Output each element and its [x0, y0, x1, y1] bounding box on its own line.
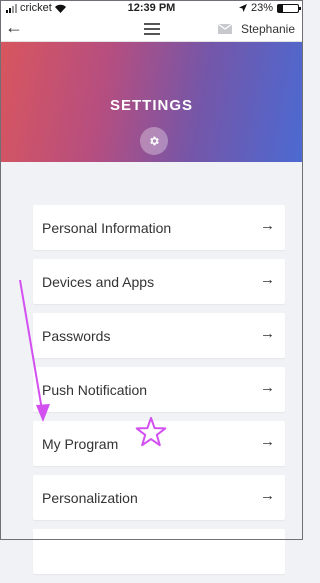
settings-item-partial[interactable] [33, 529, 285, 574]
settings-item-push-notification[interactable]: Push Notification → [33, 367, 285, 412]
right-arrow-icon: → [260, 325, 275, 342]
settings-item-label: Personalization [42, 490, 138, 506]
settings-item-my-program[interactable]: My Program → [33, 421, 285, 466]
right-arrow-icon: → [260, 217, 275, 234]
right-arrow-icon: → [260, 271, 275, 288]
settings-header: SETTINGS [0, 42, 303, 162]
back-arrow-icon[interactable]: ← [5, 18, 23, 36]
hamburger-menu-icon[interactable] [144, 23, 160, 38]
settings-item-label: Personal Information [42, 220, 172, 236]
settings-item-label: My Program [42, 436, 119, 452]
settings-item-personalization[interactable]: Personalization → [33, 475, 285, 520]
battery-icon [277, 3, 301, 13]
battery-percent: 23% [250, 2, 273, 14]
location-arrow-icon [238, 4, 247, 12]
status-right: 23% [238, 2, 301, 14]
settings-item-label: Devices and Apps [42, 274, 155, 290]
right-arrow-icon: → [260, 487, 275, 504]
settings-item-label: Push Notification [42, 382, 148, 398]
nav-bar: ← Stephanie [0, 16, 303, 42]
mail-icon[interactable] [218, 24, 232, 34]
gear-badge [140, 127, 168, 155]
user-name[interactable]: Stephanie [241, 22, 295, 36]
settings-item-personal-information[interactable]: Personal Information → [33, 205, 285, 250]
settings-item-passwords[interactable]: Passwords → [33, 313, 285, 358]
page-title: SETTINGS [109, 97, 193, 114]
right-arrow-icon: → [260, 433, 275, 450]
settings-item-label: Passwords [42, 328, 111, 344]
right-arrow-icon: → [260, 379, 275, 396]
status-bar: cricket 12:39 PM 23% [0, 0, 303, 16]
gear-icon [150, 136, 159, 146]
settings-list: Personal Information → Devices and Apps … [33, 205, 285, 583]
settings-item-devices-and-apps[interactable]: Devices and Apps → [33, 259, 285, 304]
battery-fill [278, 4, 283, 12]
